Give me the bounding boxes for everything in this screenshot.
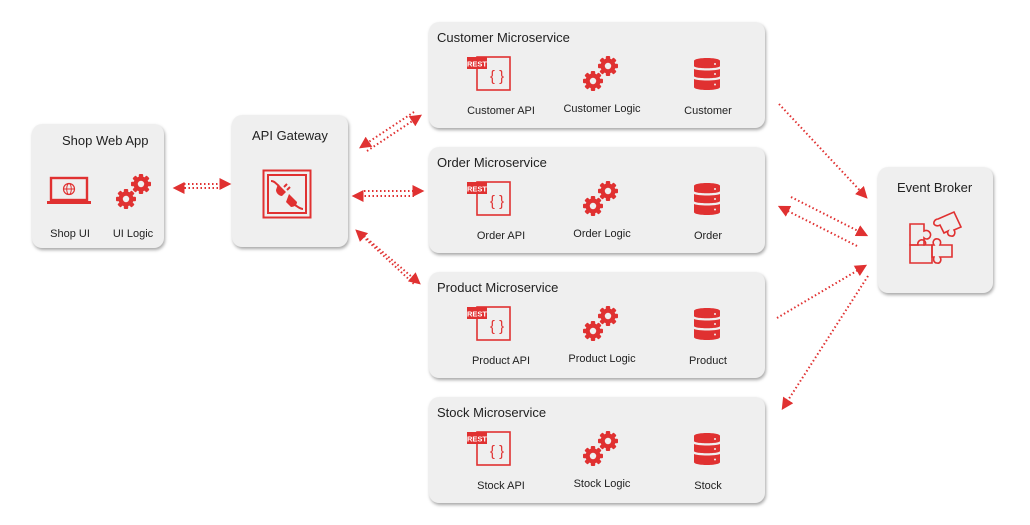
customer-microservice-box[interactable]: Customer Microservice Customer API Custo… bbox=[429, 22, 765, 128]
database-icon bbox=[692, 431, 722, 472]
link-gateway-to-product bbox=[363, 235, 421, 285]
customer-microservice-title: Customer Microservice bbox=[437, 30, 570, 45]
product-api-label: Product API bbox=[471, 355, 531, 367]
customer-db-label: Customer bbox=[684, 105, 732, 117]
order-api-label: Order API bbox=[476, 230, 526, 242]
puzzle-icon bbox=[904, 209, 968, 276]
ui-logic-label: UI Logic bbox=[112, 228, 154, 240]
link-product-to-broker bbox=[776, 264, 868, 319]
order-microservice-box[interactable]: Order Microservice Order API Order Logic… bbox=[429, 147, 765, 253]
link-customer-to-gateway bbox=[358, 111, 415, 149]
product-microservice-title: Product Microservice bbox=[437, 280, 559, 295]
event-broker-box[interactable]: Event Broker bbox=[878, 167, 993, 293]
gears-icon bbox=[114, 172, 154, 217]
customer-logic-label: Customer Logic bbox=[563, 103, 641, 115]
link-broker-to-order bbox=[777, 205, 858, 247]
api-gateway-box[interactable]: API Gateway bbox=[232, 115, 348, 247]
gears-icon bbox=[581, 304, 621, 349]
event-broker-title: Event Broker bbox=[897, 180, 973, 195]
order-microservice-title: Order Microservice bbox=[437, 155, 547, 170]
shop-web-app-title: Shop Web App bbox=[62, 133, 149, 148]
link-broker-to-stock bbox=[781, 275, 869, 411]
product-microservice-box[interactable]: Product Microservice Product API Product… bbox=[429, 272, 765, 378]
rest-api-icon bbox=[465, 179, 515, 224]
rest-api-icon bbox=[465, 304, 515, 349]
rest-api-icon bbox=[465, 54, 515, 99]
laptop-globe-icon bbox=[46, 176, 92, 213]
database-icon bbox=[692, 306, 722, 347]
link-gateway-to-customer bbox=[366, 114, 423, 152]
gears-icon bbox=[581, 429, 621, 474]
product-db-label: Product bbox=[689, 355, 727, 367]
link-customer-to-broker bbox=[778, 103, 868, 199]
link-order-to-broker bbox=[790, 196, 869, 237]
shop-ui-label: Shop UI bbox=[50, 228, 90, 240]
database-icon bbox=[692, 181, 722, 222]
stock-api-label: Stock API bbox=[477, 480, 525, 492]
stock-microservice-title: Stock Microservice bbox=[437, 405, 547, 420]
gears-icon bbox=[581, 179, 621, 224]
rest-api-icon bbox=[465, 429, 515, 474]
api-gateway-title: API Gateway bbox=[252, 128, 328, 143]
stock-microservice-box[interactable]: Stock Microservice Stock API Stock Logic… bbox=[429, 397, 765, 503]
plug-connector-icon bbox=[262, 169, 312, 224]
customer-api-label: Customer API bbox=[467, 105, 535, 117]
database-icon bbox=[692, 56, 722, 97]
product-logic-label: Product Logic bbox=[568, 353, 636, 365]
shop-web-app-box[interactable]: Shop Web App Shop UI UI Logic bbox=[32, 124, 164, 248]
stock-db-label: Stock bbox=[694, 480, 722, 492]
stock-logic-label: Stock Logic bbox=[573, 478, 631, 490]
gears-icon bbox=[581, 54, 621, 99]
link-product-to-gateway bbox=[355, 229, 415, 285]
order-logic-label: Order Logic bbox=[573, 228, 631, 240]
order-db-label: Order bbox=[693, 230, 723, 242]
